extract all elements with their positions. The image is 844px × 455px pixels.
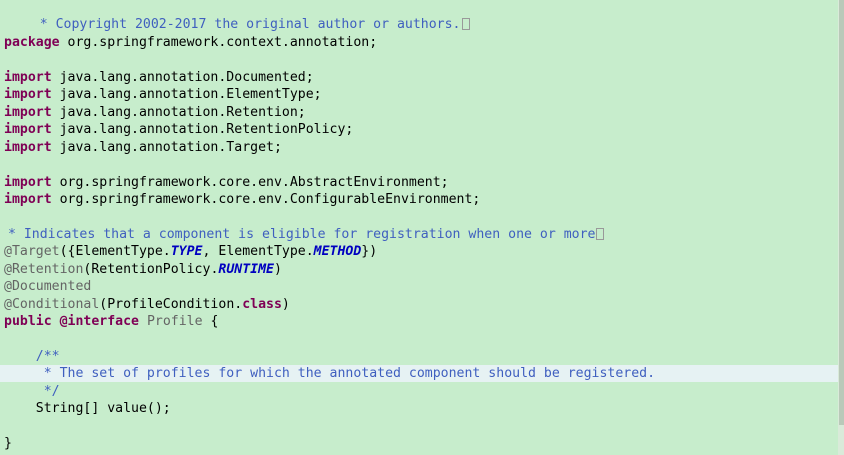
code-line-javadoc-summary: * Indicates that a component is eligible…	[0, 226, 605, 243]
package-name: org.springframework.context.annotation;	[59, 35, 378, 50]
doc-comment-open: /**	[4, 349, 60, 364]
import-path: java.lang.annotation.ElementType;	[51, 87, 322, 102]
code-line-method: String[] value();	[4, 400, 171, 417]
import-path: java.lang.annotation.Target;	[51, 140, 282, 155]
import-path: java.lang.annotation.Documented;	[51, 70, 314, 85]
javadoc-summary: * Indicates that a component is eligible…	[0, 227, 596, 242]
code-line-copyright: * Copyright 2002-2017 the original autho…	[0, 0, 470, 32]
code-line-documented: @Documented	[4, 278, 91, 295]
code-editor[interactable]: * Copyright 2002-2017 the original autho…	[0, 0, 838, 455]
conditional-args: (ProfileCondition.	[99, 297, 243, 312]
code-line-declaration: public @interface Profile {	[4, 313, 218, 330]
doc-comment-close: */	[4, 384, 60, 399]
code-line-doc-close: */	[4, 383, 60, 400]
import-path: java.lang.annotation.Retention;	[51, 105, 306, 120]
target-args: ({ElementType.	[59, 244, 171, 259]
keyword-import: import	[4, 175, 52, 190]
code-line-target: @Target({ElementType.TYPE, ElementType.M…	[4, 243, 377, 260]
import-path: org.springframework.core.env.AbstractEnv…	[51, 175, 449, 190]
target-args: })	[361, 244, 378, 259]
code-line-import: import java.lang.annotation.RetentionPol…	[4, 121, 353, 138]
code-line-import: import java.lang.annotation.Target;	[4, 139, 282, 156]
code-line-import: import org.springframework.core.env.Conf…	[4, 191, 480, 208]
keyword-import: import	[4, 105, 52, 120]
keyword-import: import	[4, 140, 52, 155]
keyword-interface: @interface	[59, 314, 139, 329]
keyword-import: import	[4, 70, 52, 85]
import-path: org.springframework.core.env.Configurabl…	[51, 192, 481, 207]
code-line-import: import java.lang.annotation.ElementType;	[4, 86, 322, 103]
code-line-package: package org.springframework.context.anno…	[4, 34, 377, 51]
method-declaration: String[] value();	[4, 401, 171, 416]
keyword-public: public	[4, 314, 52, 329]
code-line-import: import java.lang.annotation.Documented;	[4, 69, 314, 86]
conditional-args: )	[281, 297, 290, 312]
code-line-doc-body: * The set of profiles for which the anno…	[4, 365, 655, 382]
annotation-retention: @Retention	[4, 262, 84, 277]
folded-comment-marker-icon[interactable]	[461, 18, 470, 30]
annotation-target: @Target	[4, 244, 60, 259]
annotation-conditional: @Conditional	[4, 297, 100, 312]
retention-args: (RetentionPolicy.	[83, 262, 219, 277]
enum-constant-type: TYPE	[170, 244, 203, 259]
keyword-import: import	[4, 122, 52, 137]
vertical-scrollbar[interactable]	[838, 0, 844, 455]
copyright-comment: * Copyright 2002-2017 the original autho…	[31, 17, 461, 32]
folded-comment-marker-icon[interactable]	[596, 228, 605, 240]
annotation-documented: @Documented	[4, 279, 92, 294]
enum-constant-method: METHOD	[313, 244, 362, 259]
retention-args: )	[273, 262, 282, 277]
code-line-conditional: @Conditional(ProfileCondition.class)	[4, 296, 290, 313]
code-line-import: import java.lang.annotation.Retention;	[4, 104, 306, 121]
code-line-retention: @Retention(RetentionPolicy.RUNTIME)	[4, 261, 282, 278]
keyword-import: import	[4, 192, 52, 207]
code-line-doc-open: /**	[4, 348, 60, 365]
type-name: Profile	[146, 314, 203, 329]
code-line-close-brace: }	[4, 435, 12, 452]
doc-comment-body: * The set of profiles for which the anno…	[4, 366, 656, 381]
code-line-import: import org.springframework.core.env.Abst…	[4, 174, 449, 191]
open-brace: {	[202, 314, 219, 329]
keyword-class: class	[242, 297, 282, 312]
close-brace: }	[4, 436, 12, 451]
keyword-package: package	[4, 35, 60, 50]
scrollbar-thumb[interactable]	[839, 0, 844, 425]
enum-constant-runtime: RUNTIME	[218, 262, 274, 277]
keyword-import: import	[4, 87, 52, 102]
import-path: java.lang.annotation.RetentionPolicy;	[51, 122, 354, 137]
target-args: , ElementType.	[202, 244, 314, 259]
